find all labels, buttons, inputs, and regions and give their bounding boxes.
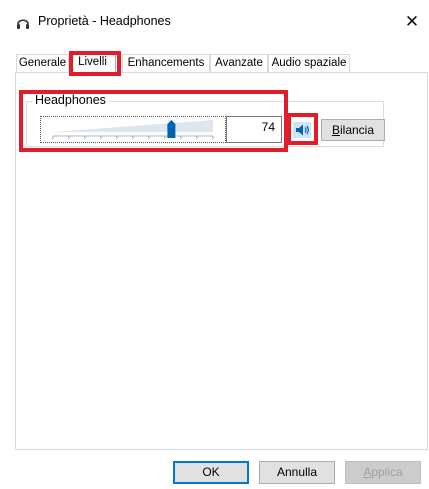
tab-enhancements[interactable]: Enhancements [122, 54, 210, 72]
volume-slider[interactable] [40, 116, 226, 143]
window-title: Proprietà - Headphones [38, 14, 171, 28]
volume-slider-track [52, 120, 214, 139]
tab-livelli[interactable]: Livelli [69, 51, 116, 73]
headphones-icon [17, 19, 29, 29]
title-bar: Proprietà - Headphones ✕ [0, 0, 429, 44]
tab-avanzate[interactable]: Avanzate [210, 54, 268, 72]
volume-value-field[interactable]: 74 [226, 116, 282, 143]
group-title: Headphones [32, 93, 109, 107]
balance-button[interactable]: Bilancia [321, 119, 385, 141]
volume-slider-thumb[interactable] [167, 120, 176, 138]
speaker-icon[interactable] [292, 121, 312, 139]
tab-audio-spaziale[interactable]: Audio spaziale [268, 54, 350, 72]
cancel-button[interactable]: Annulla [259, 461, 335, 484]
tab-generale[interactable]: Generale [16, 54, 69, 72]
close-button[interactable]: ✕ [398, 8, 426, 36]
ok-button[interactable]: OK [173, 461, 249, 484]
apply-button[interactable]: Applica [345, 461, 421, 484]
